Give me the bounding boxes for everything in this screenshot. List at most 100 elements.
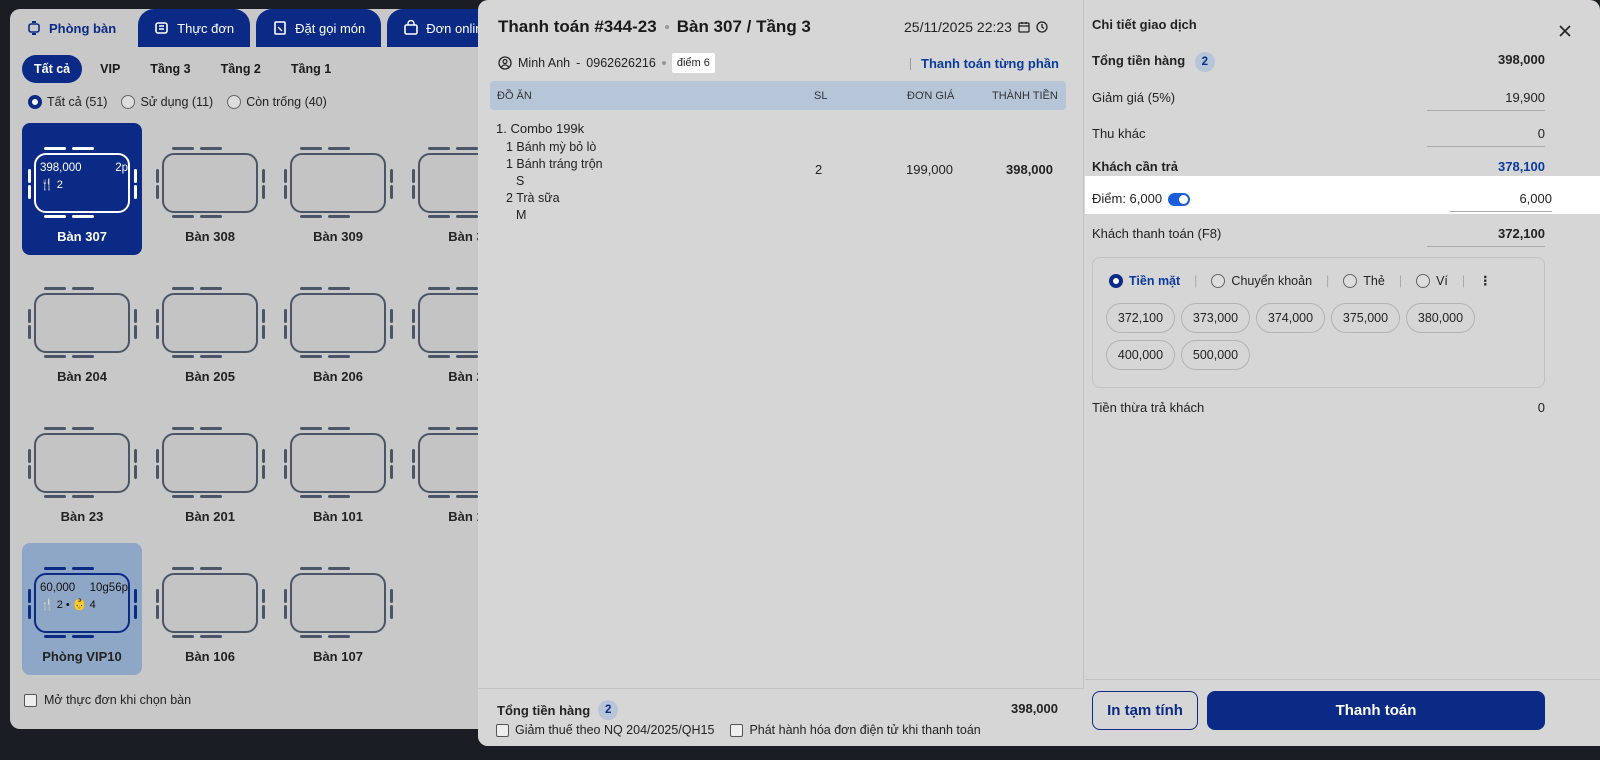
chair-icon [284,325,287,339]
chair-icon [390,449,393,463]
quick-amount-button[interactable]: 375,000 [1331,303,1400,333]
quick-amount-button[interactable]: 400,000 [1106,340,1175,370]
chair-icon [28,449,31,463]
more-options-icon[interactable]: ⋮ [1479,273,1492,288]
subtotal-value: 398,000 [1498,52,1545,67]
menu-icon [155,22,168,34]
chair-icon [200,287,222,290]
print-preview-button[interactable]: In tạm tính [1092,691,1198,730]
quick-amount-button[interactable]: 380,000 [1406,303,1475,333]
radio-icon [1343,273,1358,288]
payment-method-option[interactable]: Ví [1416,273,1448,288]
quick-amount-button[interactable]: 373,000 [1181,303,1250,333]
table-card[interactable]: 398,000 2p 🍴 2 Bàn 307 [22,123,142,255]
radio-icon [1109,273,1123,288]
table-card[interactable]: 60,000 10g56p 🍴 2 • 👶 4 Phòng VIP10 [22,543,142,675]
table-amount: 398,000 [40,162,82,174]
tab-thuc-don[interactable]: Thực đơn [138,9,251,47]
filter-empty[interactable]: Còn trống (40) [227,95,327,109]
chair-icon [200,427,222,430]
open-menu-on-select[interactable]: Mở thực đơn khi chọn bàn [24,693,191,707]
checkbox-icon [730,723,744,737]
chair-icon [28,325,31,339]
chair-icon [156,589,159,603]
payment-method-label: Ví [1436,273,1448,288]
pay-button[interactable]: Thanh toán [1207,691,1545,730]
discount-value[interactable]: 19,900 [1505,90,1545,105]
floor-tab-2[interactable]: Tầng 2 [209,55,273,83]
filter-in-use[interactable]: Sử dụng (11) [121,95,213,109]
change-value: 0 [1537,400,1545,415]
item-name: 1. Combo 199k [496,121,585,136]
chair-icon [156,325,159,339]
clock-icon[interactable] [1036,21,1048,33]
partial-payment-link[interactable]: Thanh toán từng phần [910,56,1059,71]
tax-reduction-checkbox[interactable]: Giảm thuế theo NQ 204/2025/QH15 [496,723,714,737]
chair-icon [134,589,137,603]
table-duration: 2p [115,162,128,174]
table-card[interactable]: Bàn 309 [278,123,398,255]
radio-icon [1211,273,1226,288]
chair-icon [28,309,31,323]
chair-icon [72,495,94,498]
floor-tab-1[interactable]: Tầng 1 [279,55,343,83]
table-row[interactable]: 1. Combo 199k 1 Bánh mỳ bỏ lò 1 Bánh trán… [496,120,603,224]
table-card[interactable]: Bàn 308 [150,123,270,255]
quick-amount-button[interactable]: 374,000 [1256,303,1325,333]
chair-icon [428,427,450,430]
checkbox-label: Phát hành hóa đơn điện tử khi thanh toán [749,723,981,737]
table-card[interactable]: Bàn 107 [278,543,398,675]
transaction-detail-panel: Chi tiết giao dịch Tổng tiền hàng 2 398,… [1085,0,1600,746]
quick-amounts: 372,100 373,000 374,000 375,000 380,000 400,0… [1106,303,1536,370]
points-label-text: Điểm: 6,000 [1092,191,1163,206]
order-datetime[interactable]: 25/11/2025 22:23 [904,19,1048,35]
other-fee-value[interactable]: 0 [1538,126,1545,141]
payment-method-option[interactable]: Tiền mặt [1109,273,1180,288]
quick-amount-button[interactable]: 500,000 [1181,340,1250,370]
chair-icon [72,635,94,638]
chair-icon [300,635,322,638]
payment-method-option[interactable]: Chuyển khoản [1211,273,1312,288]
filter-all[interactable]: Tất cả (51) [28,95,107,109]
order-icon [274,21,286,35]
chair-icon [44,567,66,570]
divider: | [1398,273,1403,288]
filter-label: Tất cả (51) [47,95,108,109]
close-icon[interactable] [1558,24,1572,38]
e-invoice-checkbox[interactable]: Phát hành hóa đơn điện tử khi thanh toán [730,723,981,737]
subtotal-label-text: Tổng tiền hàng [1092,53,1186,68]
chair-icon [134,449,137,463]
separator-dot [664,25,669,29]
quick-amount-button[interactable]: 372,100 [1106,303,1175,333]
item-total: 398,000 [1006,162,1053,177]
table-card[interactable]: Bàn 201 [150,403,270,535]
calendar-icon[interactable] [1018,21,1030,33]
table-card[interactable]: Bàn 106 [150,543,270,675]
payment-method-option[interactable]: Thẻ [1343,273,1385,288]
tab-phong-ban[interactable]: Phòng bàn [10,9,133,47]
chair-icon [390,589,393,603]
points-input[interactable]: 6,000 [1519,191,1552,206]
customer-name: Minh Anh [518,56,571,70]
chair-icon [28,465,31,479]
customer-paid-input[interactable]: 372,100 [1498,226,1545,241]
customer-info[interactable]: Minh Anh - 0962626216 điểm 6 [498,53,715,73]
table-card[interactable]: Bàn 204 [22,263,142,395]
table-card[interactable]: Bàn 206 [278,263,398,395]
chair-icon [72,355,94,358]
chair-icon [300,355,322,358]
radio-icon [227,95,242,109]
chair-icon [44,495,66,498]
floor-tab-vip[interactable]: VIP [88,55,132,83]
points-toggle[interactable] [1168,193,1191,207]
order-code: Thanh toán #344-23 [498,17,657,36]
chair-icon [262,589,265,603]
table-card[interactable]: Bàn 23 [22,403,142,535]
customer-paid-label: Khách thanh toán (F8) [1092,226,1222,241]
table-card[interactable]: Bàn 205 [150,263,270,395]
items-table-header: ĐỒ ĂN SL ĐƠN GIÁ THÀNH TIỀN [490,81,1066,110]
floor-tab-all[interactable]: Tất cả [22,55,83,83]
table-card[interactable]: Bàn 101 [278,403,398,535]
floor-tab-3[interactable]: Tầng 3 [138,55,202,83]
tab-dat-goi-mon[interactable]: Đặt gọi món [256,9,382,47]
